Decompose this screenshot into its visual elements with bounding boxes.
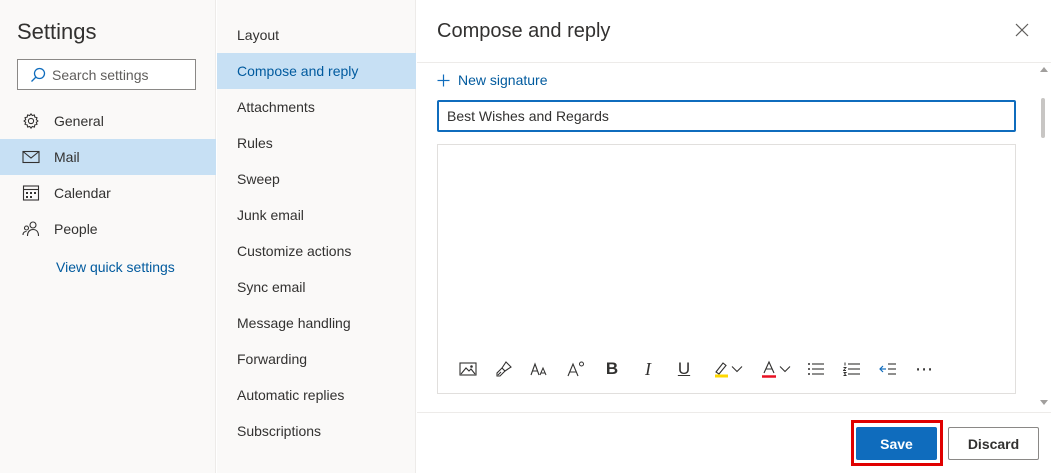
font-color-button[interactable] (756, 357, 794, 381)
text-effects-button[interactable] (564, 357, 588, 381)
signature-editor-body[interactable] (438, 145, 1015, 345)
text-effects-icon (567, 361, 584, 377)
underline-icon: U (677, 359, 691, 378)
mail-section-sweep[interactable]: Sweep (217, 161, 416, 197)
insert-picture-icon (459, 362, 477, 376)
nav-item-people[interactable]: People (0, 211, 216, 247)
nav-item-mail[interactable]: Mail (0, 139, 216, 175)
italic-button[interactable]: I (636, 357, 660, 381)
scroll-up-arrow[interactable] (1039, 64, 1049, 74)
nav-item-calendar[interactable]: Calendar (0, 175, 216, 211)
calendar-icon (22, 184, 40, 202)
search-input[interactable] (52, 66, 192, 83)
compose-reply-pane: Compose and reply New signature Best Wis… (417, 0, 1051, 473)
decrease-indent-button[interactable] (876, 357, 900, 381)
bullets-icon (808, 363, 824, 375)
highlight-icon (715, 362, 728, 378)
numbering-button[interactable] (840, 357, 864, 381)
search-icon (31, 67, 46, 82)
insert-picture-button[interactable] (456, 357, 480, 381)
view-quick-settings-link[interactable]: View quick settings (56, 259, 175, 275)
italic-icon: I (645, 358, 651, 379)
settings-title: Settings (17, 19, 97, 44)
font-size-icon (530, 362, 547, 376)
nav-item-label: Mail (54, 149, 80, 165)
mail-section-automatic-replies[interactable]: Automatic replies (217, 377, 416, 413)
format-painter-button[interactable] (492, 357, 516, 381)
bold-icon: B (605, 359, 619, 378)
plus-icon (437, 74, 450, 86)
font-size-button[interactable] (528, 357, 552, 381)
footer-divider (417, 412, 1051, 413)
new-signature-label: New signature (458, 72, 548, 88)
signature-editor: B I U ⋯ (437, 144, 1016, 394)
highlight-button[interactable] (708, 357, 746, 381)
mail-section-customize-actions[interactable]: Customize actions (217, 233, 416, 269)
mail-icon (22, 148, 40, 166)
save-button[interactable]: Save (856, 427, 937, 460)
gear-icon (22, 112, 40, 130)
nav-item-label: General (54, 113, 104, 129)
mail-section-layout[interactable]: Layout (217, 17, 416, 53)
caret-down-icon (1040, 400, 1048, 405)
mail-section-sync-email[interactable]: Sync email (217, 269, 416, 305)
chevron-down-icon (731, 366, 743, 373)
more-options-button[interactable]: ⋯ (912, 357, 936, 381)
scrollbar-thumb[interactable] (1041, 98, 1045, 138)
settings-nav-pane: Settings General Mail (0, 0, 216, 473)
formatting-toolbar: B I U ⋯ (456, 357, 948, 381)
format-painter-icon (496, 361, 512, 377)
signature-name-input[interactable] (437, 100, 1016, 132)
mail-section-compose-and-reply[interactable]: Compose and reply (217, 53, 416, 89)
close-icon (1015, 23, 1029, 37)
mail-section-attachments[interactable]: Attachments (217, 89, 416, 125)
page-title: Compose and reply (437, 20, 611, 42)
close-button[interactable] (1012, 20, 1032, 40)
nav-item-general[interactable]: General (0, 103, 216, 139)
header-divider (417, 62, 1051, 63)
chevron-down-icon (779, 366, 791, 373)
mail-section-subscriptions[interactable]: Subscriptions (217, 413, 416, 449)
mail-section-junk-email[interactable]: Junk email (217, 197, 416, 233)
mail-settings-list: Layout Compose and reply Attachments Rul… (217, 0, 416, 473)
numbering-icon (843, 362, 860, 376)
discard-button[interactable]: Discard (948, 427, 1039, 460)
mail-section-forwarding[interactable]: Forwarding (217, 341, 416, 377)
bullets-button[interactable] (804, 357, 828, 381)
nav-item-label: Calendar (54, 185, 111, 201)
caret-up-icon (1040, 67, 1048, 72)
nav-item-label: People (54, 221, 98, 237)
mail-section-message-handling[interactable]: Message handling (217, 305, 416, 341)
bold-button[interactable]: B (600, 357, 624, 381)
scroll-down-arrow[interactable] (1039, 398, 1049, 408)
people-icon (22, 220, 40, 238)
underline-button[interactable]: U (672, 357, 696, 381)
more-options-icon: ⋯ (915, 358, 933, 379)
mail-section-rules[interactable]: Rules (217, 125, 416, 161)
font-color-icon (762, 360, 776, 378)
search-box[interactable] (17, 59, 196, 90)
new-signature-button[interactable]: New signature (437, 72, 548, 88)
decrease-indent-icon (879, 363, 896, 375)
